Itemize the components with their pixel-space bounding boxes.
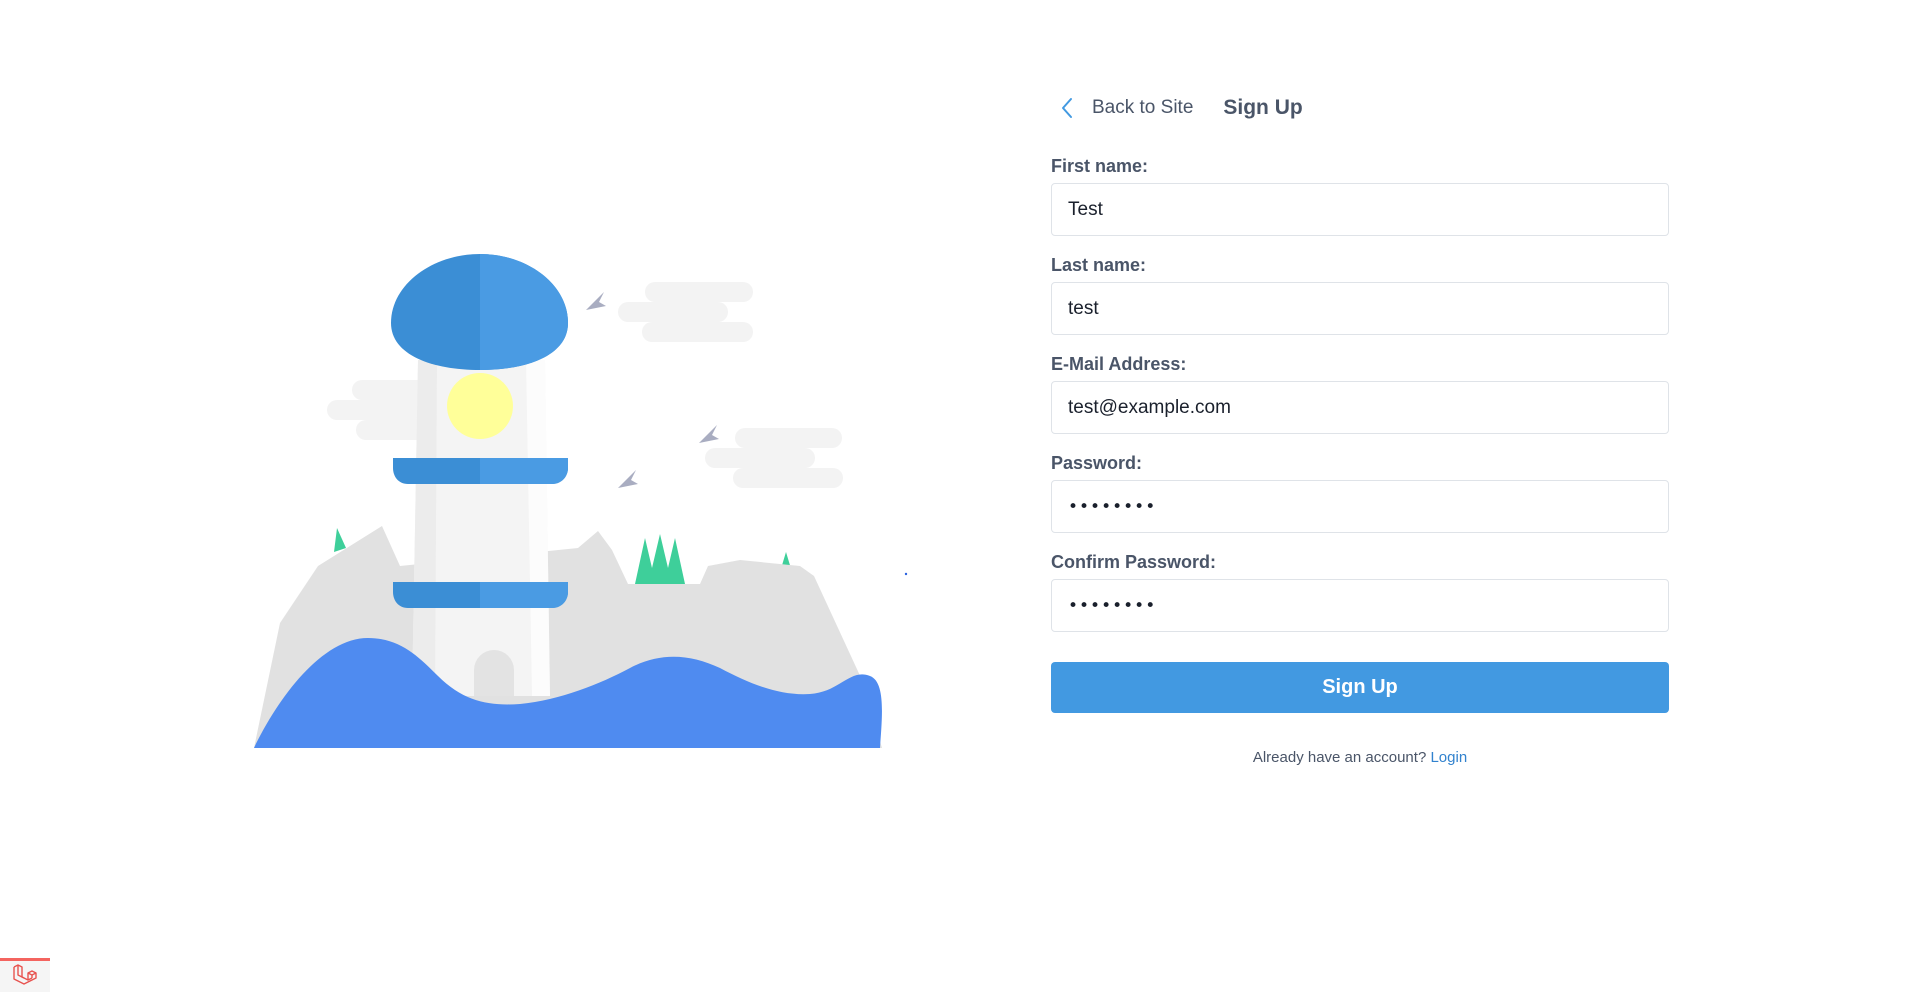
login-prompt: Already have an account? Login xyxy=(1051,749,1669,766)
first-name-label: First name: xyxy=(1051,156,1149,176)
confirm-password-input[interactable] xyxy=(1051,579,1669,632)
sign-up-button[interactable]: Sign Up xyxy=(1051,662,1669,713)
back-to-site-link[interactable]: Back to Site xyxy=(1051,97,1193,119)
signup-page: Back to Site Sign Up First name: Last na… xyxy=(0,0,1920,992)
login-link[interactable]: Login xyxy=(1430,749,1467,766)
first-name-group: First name: xyxy=(1051,156,1669,236)
password-input[interactable] xyxy=(1051,480,1669,533)
page-title: Sign Up xyxy=(1223,96,1303,119)
password-label: Password: xyxy=(1051,453,1143,473)
debugbar-toggle[interactable] xyxy=(0,958,50,992)
email-input[interactable] xyxy=(1051,381,1669,434)
last-name-input[interactable] xyxy=(1051,282,1669,335)
login-prompt-text: Already have an account? xyxy=(1252,749,1427,766)
top-bar: Back to Site Sign Up xyxy=(1051,90,1669,126)
email-group: E-Mail Address: xyxy=(1051,354,1669,434)
last-name-label: Last name: xyxy=(1051,255,1147,275)
lighthouse-illustration xyxy=(250,248,930,748)
password-group: Password: xyxy=(1051,453,1669,533)
laravel-logo-icon xyxy=(12,962,38,991)
email-label: E-Mail Address: xyxy=(1051,354,1187,374)
signup-panel: Back to Site Sign Up First name: Last na… xyxy=(1051,90,1669,766)
chevron-left-icon xyxy=(1060,97,1074,119)
confirm-password-label: Confirm Password: xyxy=(1051,552,1217,572)
confirm-password-group: Confirm Password: xyxy=(1051,552,1669,632)
back-to-site-label: Back to Site xyxy=(1092,97,1194,118)
last-name-group: Last name: xyxy=(1051,255,1669,335)
first-name-input[interactable] xyxy=(1051,183,1669,236)
